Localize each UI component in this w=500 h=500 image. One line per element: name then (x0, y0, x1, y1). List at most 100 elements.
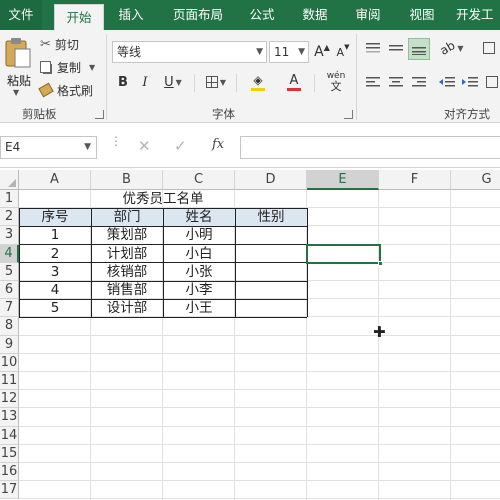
font-name-box[interactable]: 等线 ▼ (112, 41, 267, 63)
shrink-font-button[interactable]: A ▼ (334, 43, 352, 61)
copy-button[interactable]: 复制 ▼ (40, 58, 95, 76)
tab-file[interactable]: 文件 (0, 0, 42, 30)
row-header-14[interactable]: 14 (0, 426, 19, 445)
tab-developer[interactable]: 开发工 (456, 0, 500, 30)
align-left-button[interactable] (362, 72, 384, 92)
table-cell[interactable]: 小白 (163, 245, 235, 263)
tab-insert[interactable]: 插入 (110, 0, 152, 30)
copy-dropdown-icon[interactable]: ▼ (89, 63, 95, 72)
clipboard-launcher-icon[interactable] (95, 110, 104, 119)
font-size-box[interactable]: 11 ▼ (269, 41, 309, 63)
row-header-1[interactable]: 1 (0, 190, 19, 209)
table-cell[interactable]: 4 (19, 281, 91, 299)
table-cell[interactable]: 小张 (163, 263, 235, 281)
table-cell[interactable]: 核销部 (91, 263, 163, 281)
cut-button[interactable]: ✂ 剪切 (40, 35, 79, 53)
table-cell[interactable]: 小王 (163, 299, 235, 317)
column-header-b[interactable]: B (91, 170, 163, 190)
row-header-13[interactable]: 13 (0, 408, 19, 427)
phonetic-button[interactable]: wén 文 (320, 70, 352, 94)
fill-handle[interactable] (378, 260, 383, 266)
table-cell[interactable]: 3 (19, 263, 91, 281)
active-cell-e4[interactable] (306, 243, 383, 266)
wrap-text-button[interactable] (478, 38, 500, 58)
font-launcher-icon[interactable] (344, 110, 353, 119)
row-header-16[interactable]: 16 (0, 463, 19, 482)
italic-button[interactable]: I (136, 72, 154, 92)
table-cell[interactable]: 1 (19, 226, 91, 244)
bold-button[interactable]: B (114, 72, 132, 92)
table-cell[interactable]: 策划部 (91, 226, 163, 244)
tab-data[interactable]: 数据 (295, 0, 335, 30)
table-cell[interactable] (235, 263, 307, 281)
table-cell[interactable]: 销售部 (91, 281, 163, 299)
merge-center-button[interactable] (484, 72, 500, 92)
align-right-button[interactable] (408, 72, 430, 92)
orientation-button[interactable]: ab ▼ (436, 38, 468, 58)
column-header-f[interactable]: F (379, 170, 451, 190)
gridline-vertical (450, 190, 451, 500)
table-cell[interactable]: 5 (19, 299, 91, 317)
table-cell[interactable] (235, 299, 307, 317)
tab-review[interactable]: 审阅 (348, 0, 388, 30)
table-cell[interactable]: 小李 (163, 281, 235, 299)
font-color-button[interactable]: A (278, 70, 310, 94)
row-header-2[interactable]: 2 (0, 208, 19, 227)
column-header-a[interactable]: A (19, 170, 91, 190)
row-header-12[interactable]: 12 (0, 390, 19, 409)
borders-button[interactable]: ▼ (200, 72, 232, 92)
chevron-down-icon: ▼ (84, 142, 91, 152)
cancel-icon[interactable]: ✕ (138, 137, 151, 155)
table-cell[interactable] (235, 281, 307, 299)
row-header-8[interactable]: 8 (0, 317, 19, 336)
merge-icon (486, 76, 498, 88)
table-cell[interactable]: 2 (19, 245, 91, 263)
tab-view[interactable]: 视图 (402, 0, 442, 30)
tab-home[interactable]: 开始 (54, 4, 104, 31)
select-all-corner[interactable] (0, 170, 19, 190)
row-header-9[interactable]: 9 (0, 335, 19, 354)
fill-color-button[interactable]: ◈ (242, 70, 274, 94)
paste-button[interactable]: 粘贴 ▼ (2, 34, 34, 100)
format-painter-button[interactable]: 格式刷 (38, 81, 93, 99)
column-header-e[interactable]: E (307, 170, 379, 190)
ribbon-tab-row: 文件 开始 插入 页面布局 公式 数据 审阅 视图 开发工 (0, 0, 500, 31)
name-box[interactable]: E4 ▼ (0, 136, 97, 159)
table-cell[interactable] (235, 245, 307, 263)
formula-bar-grip-icon[interactable]: ⋮ (110, 135, 122, 155)
align-bottom-button[interactable] (408, 38, 430, 60)
grow-font-button[interactable]: A ▲ (313, 43, 331, 61)
row-header-6[interactable]: 6 (0, 281, 19, 300)
paste-dropdown-icon[interactable]: ▼ (13, 88, 19, 97)
align-middle-button[interactable] (385, 38, 407, 58)
row-header-11[interactable]: 11 (0, 372, 19, 391)
row-header-15[interactable]: 15 (0, 444, 19, 463)
copy-label: 复制 (57, 60, 82, 75)
column-header-c[interactable]: C (163, 170, 235, 190)
row-header-10[interactable]: 10 (0, 353, 19, 372)
font-color-letter: A (289, 72, 299, 88)
font-color-bar (287, 87, 301, 91)
row-header-7[interactable]: 7 (0, 299, 19, 318)
worksheet-grid[interactable]: ABCDEFG 1 2 3 4 5 6 7 8 9 10 11 12 13 14 15 16 17 优秀员工名单… (0, 170, 500, 500)
table-cell[interactable]: 小明 (163, 226, 235, 244)
table-cell[interactable] (235, 226, 307, 244)
insert-function-button[interactable]: fx (212, 137, 224, 152)
table-cell[interactable]: 设计部 (91, 299, 163, 317)
row-header-4[interactable]: 4 (0, 244, 19, 263)
align-top-button[interactable] (362, 38, 384, 58)
enter-check-icon[interactable]: ✓ (174, 137, 187, 155)
formula-input[interactable] (240, 136, 500, 159)
column-header-g[interactable]: G (451, 170, 500, 190)
decrease-indent-button[interactable] (436, 72, 458, 92)
tab-formulas[interactable]: 公式 (242, 0, 282, 30)
row-header-17[interactable]: 17 (0, 481, 19, 500)
increase-indent-button[interactable] (459, 72, 481, 92)
tab-page-layout[interactable]: 页面布局 (166, 0, 230, 30)
column-header-d[interactable]: D (235, 170, 307, 190)
row-header-3[interactable]: 3 (0, 226, 19, 245)
row-header-5[interactable]: 5 (0, 262, 19, 281)
underline-button[interactable]: U ▼ (158, 72, 188, 92)
table-cell[interactable]: 计划部 (91, 245, 163, 263)
align-center-button[interactable] (385, 72, 407, 92)
